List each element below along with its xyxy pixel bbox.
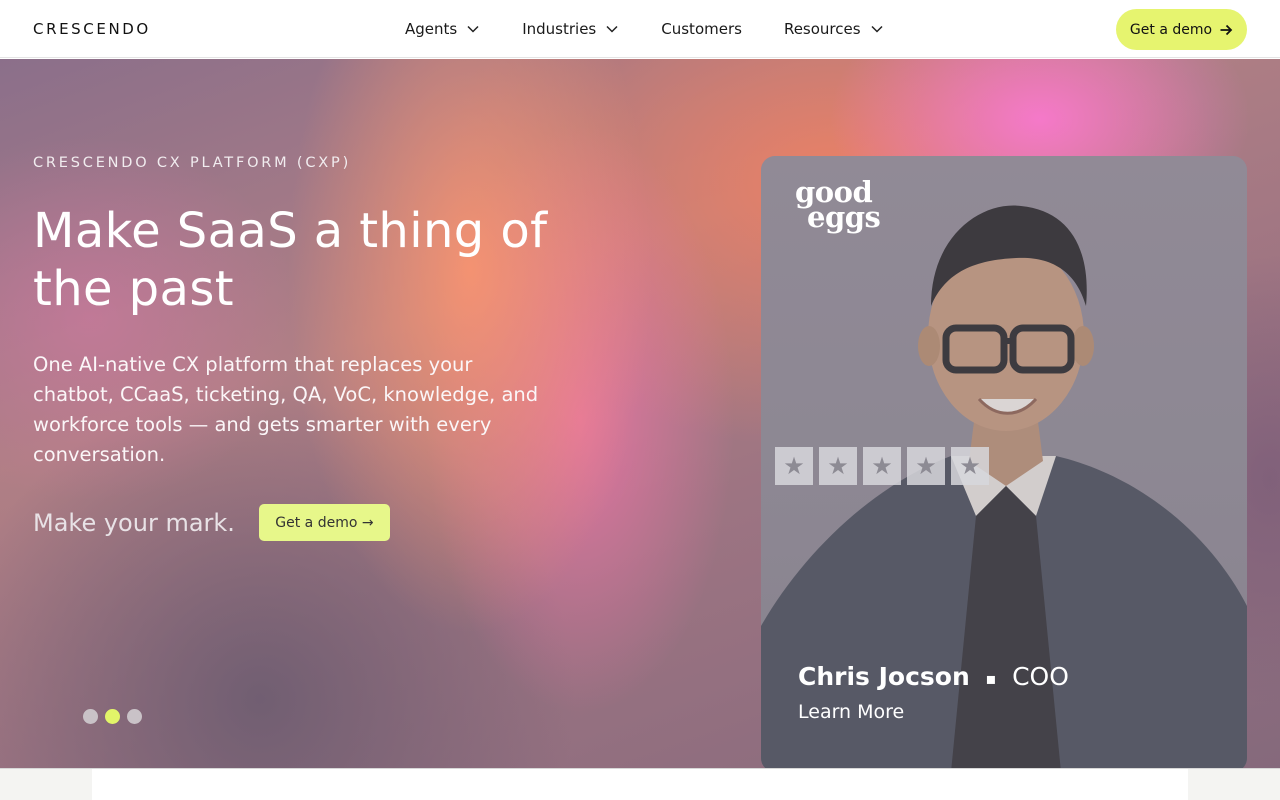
arrow-right-icon [1220,24,1233,35]
good-eggs-logo: good eggs [795,178,881,234]
learn-more-link[interactable]: Learn More [798,701,904,723]
nav-item-resources[interactable]: Resources [784,20,884,38]
star-icon: ★ [907,447,945,485]
carousel-dot-2[interactable] [105,709,120,724]
hero-subcopy: One AI-native CX platform that replaces … [33,353,539,466]
nav-links: Agents Industries Customers Resources [405,0,926,58]
hero-eyebrow: CRESCENDO CX PLATFORM (CXP) [33,155,352,171]
name-separator: ▪ [985,668,997,688]
nav-item-label: Customers [661,20,742,38]
top-nav: CRESCENDO Agents Industries Customers Re… [0,0,1280,58]
chevron-down-icon [871,25,883,33]
next-section-panel [92,769,1188,800]
nav-item-label: Industries [522,20,597,38]
chevron-down-icon [467,25,479,33]
carousel-dot-1[interactable] [83,709,98,724]
hero-cta-row: Make your mark. Get a demo → [33,504,390,541]
star-icon: ★ [951,447,989,485]
star-icon: ★ [819,447,857,485]
person-name: Chris Jocson [798,662,970,691]
make-your-mark-text: Make your mark. [33,508,235,537]
testimonial-card[interactable]: good eggs ★ ★ ★ ★ ★ Chris Jocson ▪ COO L… [761,156,1247,768]
next-section-edge [0,768,1280,800]
nav-item-label: Resources [783,20,861,38]
star-icon: ★ [775,447,813,485]
get-demo-button[interactable]: Get a demo [1116,9,1247,50]
person-role: COO [1012,662,1069,691]
nav-item-agents[interactable]: Agents [405,20,480,38]
carousel-dot-3[interactable] [127,709,142,724]
nav-item-customers[interactable]: Customers [661,20,742,38]
hero-headline: Make SaaS a thing of the past [33,203,548,317]
rating-stars: ★ ★ ★ ★ ★ [775,447,995,485]
get-demo-label: Get a demo [1129,21,1213,38]
chevron-down-icon [606,25,618,33]
nav-item-industries[interactable]: Industries [522,20,619,38]
hero-section: CRESCENDO CX PLATFORM (CXP) Make SaaS a … [0,59,1280,768]
hero-get-demo-button[interactable]: Get a demo → [258,504,390,541]
testimonial-person: Chris Jocson ▪ COO [798,662,1069,691]
crescendo-logo[interactable]: CRESCENDO [33,20,151,38]
logo-line-2: eggs [807,200,881,234]
star-icon: ★ [863,447,901,485]
nav-item-label: Agents [405,20,458,38]
carousel-dots [83,709,149,724]
